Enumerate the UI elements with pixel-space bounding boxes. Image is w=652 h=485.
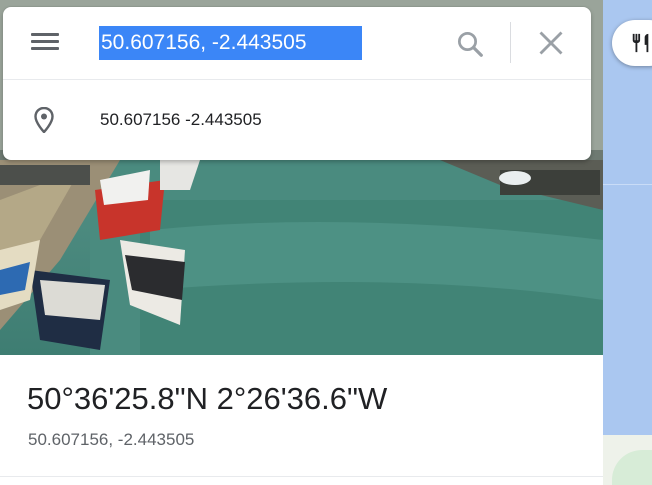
search-card: 50.607156 -2.443505 [3, 7, 591, 160]
close-icon[interactable] [537, 29, 565, 57]
map-canvas[interactable] [603, 0, 652, 485]
hamburger-menu-icon[interactable] [29, 29, 59, 55]
restaurants-chip[interactable] [612, 20, 652, 66]
location-pin-icon [34, 106, 54, 134]
place-title: 50°36'25.8"N 2°26'36.6"W [27, 381, 388, 416]
restaurant-icon [632, 33, 649, 53]
search-icon[interactable] [455, 29, 485, 59]
search-divider [510, 22, 511, 63]
place-coordinates[interactable]: 50.607156, -2.443505 [28, 430, 194, 450]
search-input[interactable] [99, 26, 362, 60]
map-road [603, 184, 652, 185]
suggestion-text: 50.607156 -2.443505 [100, 110, 262, 129]
divider [0, 476, 603, 477]
search-bar [3, 7, 591, 80]
search-suggestion[interactable]: 50.607156 -2.443505 [3, 80, 591, 158]
